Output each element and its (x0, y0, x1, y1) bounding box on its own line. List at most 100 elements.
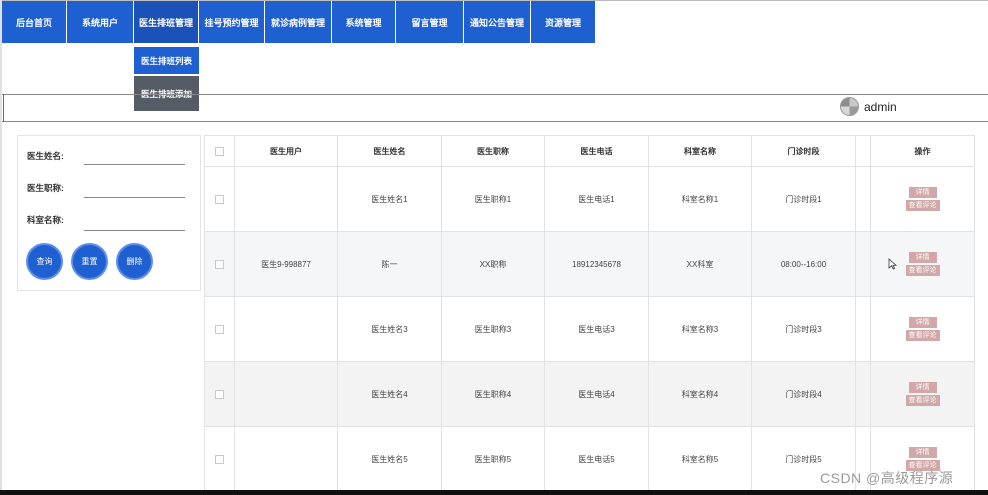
nav-item-label: 系统管理 (345, 17, 382, 28)
cell-clinic-time: 门诊时段3 (751, 296, 856, 362)
cell-doctor-title: XX职称 (441, 231, 545, 297)
row-checkbox[interactable] (215, 389, 224, 399)
doctor-name-label: 医生姓名: (27, 151, 64, 161)
nav-item-doctor-schedule[interactable]: 医生排班管理 (134, 1, 199, 43)
cell-clinic-time: 08:00--16:00 (751, 231, 856, 297)
query-button[interactable]: 查询 (26, 243, 63, 280)
cell-doctor-title: 医生职称4 (441, 361, 545, 427)
table-row: 医生姓名4 医生职称4 医生电话4 科室名称4 门诊时段4 详情 查看评论 (204, 361, 975, 427)
table-row: 医生姓名1 医生职称1 医生电话1 科室名称1 门诊时段1 详情 查看评论 (204, 166, 975, 232)
col-actions: 操作 (870, 135, 975, 167)
cell-department: 科室名称3 (648, 296, 752, 362)
cell-doctor-phone: 医生电话3 (544, 296, 649, 362)
doctor-title-input[interactable] (84, 197, 185, 198)
cell-doctor-phone: 18912345678 (544, 231, 649, 297)
username: admin (864, 99, 897, 114)
cell-spacer (855, 166, 871, 232)
row-checkbox[interactable] (215, 194, 224, 204)
col-clinic-time: 门诊时段 (751, 135, 856, 167)
detail-button[interactable]: 详情 (908, 382, 937, 393)
nav-item-label: 医生排班管理 (138, 17, 193, 28)
nav-item-medical-records[interactable]: 就诊病例管理 (265, 1, 332, 43)
cell-spacer (855, 231, 871, 297)
cell-doctor-name: 医生姓名5 (337, 426, 442, 492)
department-label: 科室名称: (27, 215, 64, 225)
cell-department: 科室名称1 (648, 166, 752, 232)
cell-doctor-phone: 医生电话4 (544, 361, 649, 427)
cell-doctor-user (234, 361, 338, 427)
detail-button[interactable]: 详情 (908, 187, 937, 198)
schedule-table: 医生用户 医生姓名 医生职称 医生电话 科室名称 门诊时段 操作 医生姓名1 医… (204, 135, 975, 492)
table-row: 医生9-998877 陈一 XX职称 18912345678 XX科室 08:0… (204, 231, 975, 297)
nav-item-messages[interactable]: 留言管理 (396, 1, 464, 43)
row-checkbox[interactable] (215, 324, 224, 334)
table-row: 医生姓名3 医生职称3 医生电话3 科室名称3 门诊时段3 详情 查看评论 (204, 296, 975, 362)
cell-department: XX科室 (648, 231, 752, 297)
cell-doctor-phone: 医生电话5 (544, 426, 649, 492)
col-department: 科室名称 (648, 135, 752, 167)
nav-item-label: 后台首页 (15, 17, 52, 28)
row-checkbox[interactable] (215, 454, 224, 464)
window-bottom-border (0, 490, 988, 495)
main-nav: 后台首页 系统用户 医生排班管理 挂号预约管理 就诊病例管理 系统管理 留言管理… (2, 1, 596, 43)
row-select-cell (204, 426, 235, 492)
cell-spacer (855, 361, 871, 427)
mouse-cursor-icon (888, 258, 898, 270)
table-header-row: 医生用户 医生姓名 医生职称 医生电话 科室名称 门诊时段 操作 (204, 135, 975, 167)
cell-actions: 详情 查看评论 (870, 296, 975, 362)
cell-doctor-name: 医生姓名4 (337, 361, 442, 427)
search-panel: 医生姓名: 医生职称: 科室名称: 查询 重置 删除 (17, 135, 201, 291)
detail-button[interactable]: 详情 (908, 447, 937, 458)
watermark: CSDN @高级程序源 (820, 470, 954, 486)
reset-button[interactable]: 重置 (71, 243, 108, 280)
cell-doctor-name: 医生姓名3 (337, 296, 442, 362)
detail-button[interactable]: 详情 (908, 317, 937, 328)
select-all-checkbox[interactable] (215, 146, 224, 156)
cell-actions: 详情 查看评论 (870, 361, 975, 427)
nav-item-system-admin[interactable]: 系统管理 (332, 1, 396, 43)
cell-department: 科室名称5 (648, 426, 752, 492)
user-info[interactable]: admin (840, 97, 897, 116)
cell-doctor-name: 医生姓名1 (337, 166, 442, 232)
nav-item-notices[interactable]: 通知公告管理 (464, 1, 531, 43)
row-checkbox[interactable] (215, 259, 224, 269)
nav-item-label: 通知公告管理 (469, 17, 524, 28)
view-reviews-button[interactable]: 查看评论 (905, 265, 940, 276)
row-select-cell (204, 166, 235, 232)
view-reviews-button[interactable]: 查看评论 (905, 200, 940, 211)
cell-doctor-phone: 医生电话1 (544, 166, 649, 232)
row-select-cell (204, 296, 235, 362)
cell-doctor-name: 陈一 (337, 231, 442, 297)
cell-doctor-user (234, 166, 338, 232)
doctor-name-input[interactable] (84, 164, 185, 165)
row-select-cell (204, 361, 235, 427)
cell-doctor-title: 医生职称5 (441, 426, 545, 492)
department-input[interactable] (84, 230, 185, 231)
nav-item-label: 就诊病例管理 (270, 17, 325, 28)
avatar-icon[interactable] (840, 97, 859, 116)
delete-button[interactable]: 删除 (116, 243, 153, 280)
cell-doctor-user (234, 426, 338, 492)
col-doctor-title: 医生职称 (441, 135, 545, 167)
nav-item-label: 资源管理 (544, 17, 581, 28)
nav-item-home[interactable]: 后台首页 (2, 1, 67, 43)
nav-item-resources[interactable]: 资源管理 (531, 1, 596, 43)
menu-item-schedule-list[interactable]: 医生排班列表 (134, 47, 199, 76)
col-doctor-phone: 医生电话 (544, 135, 649, 167)
col-doctor-user: 医生用户 (234, 135, 338, 167)
col-spacer (855, 135, 871, 167)
cell-doctor-title: 医生职称1 (441, 166, 545, 232)
select-all-cell (204, 135, 235, 167)
row-select-cell (204, 231, 235, 297)
cell-department: 科室名称4 (648, 361, 752, 427)
nav-item-appointment[interactable]: 挂号预约管理 (199, 1, 265, 43)
view-reviews-button[interactable]: 查看评论 (905, 330, 940, 341)
header-left-mark (3, 94, 4, 122)
cell-doctor-title: 医生职称3 (441, 296, 545, 362)
doctor-title-label: 医生职称: (27, 183, 64, 193)
nav-item-system-users[interactable]: 系统用户 (67, 1, 134, 43)
detail-button[interactable]: 详情 (908, 252, 937, 263)
view-reviews-button[interactable]: 查看评论 (905, 395, 940, 406)
cell-actions: 详情 查看评论 (870, 231, 975, 297)
cell-doctor-user (234, 296, 338, 362)
